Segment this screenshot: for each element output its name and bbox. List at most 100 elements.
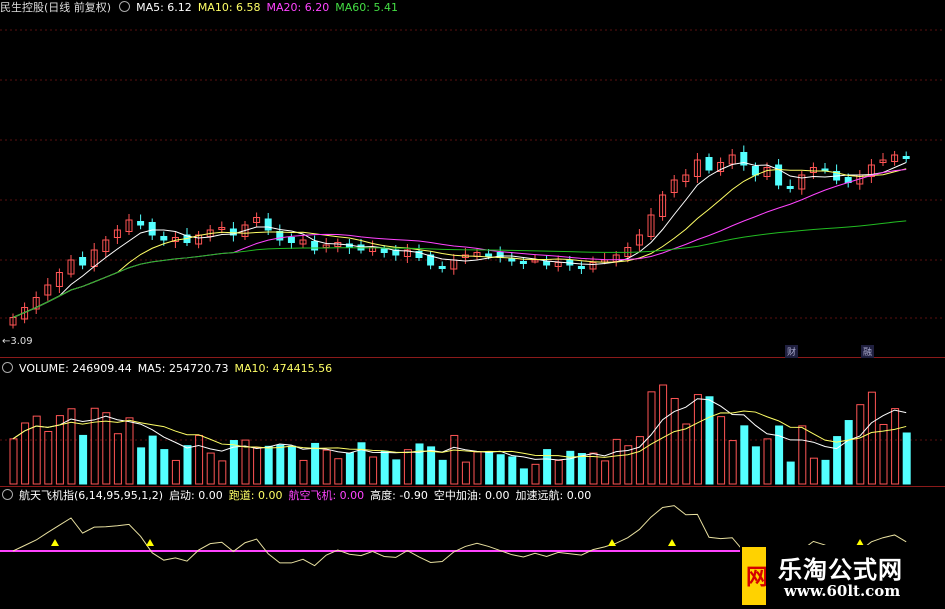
volume-average-lines bbox=[12, 398, 907, 461]
signal-marker bbox=[668, 539, 676, 546]
watermark-logo: 网 bbox=[742, 547, 766, 605]
accel-value: 加速远航: 0.00 bbox=[515, 489, 592, 502]
signal-marker bbox=[51, 539, 59, 546]
volume-bar bbox=[867, 391, 876, 485]
volume-bar bbox=[566, 450, 575, 485]
volume-bar bbox=[717, 416, 726, 485]
settings-circle-icon[interactable] bbox=[2, 362, 13, 373]
volume-bar bbox=[833, 436, 842, 485]
volume-bar bbox=[902, 432, 911, 485]
volume-bar bbox=[392, 459, 401, 485]
candle-body bbox=[902, 156, 910, 159]
volume-bar bbox=[844, 420, 853, 485]
stock-chart[interactable] bbox=[0, 0, 945, 609]
volume-bar bbox=[369, 456, 378, 485]
candle-body bbox=[577, 266, 585, 269]
volume-bar bbox=[705, 396, 714, 485]
ma20-line bbox=[12, 169, 907, 318]
refuel-value: 空中加油: 0.00 bbox=[433, 489, 510, 502]
indicator-legend: 航天飞机指(6,14,95,95,1,2) 启动: 0.00 跑道: 0.00 航空飞… bbox=[0, 488, 597, 504]
aircraft-value: 航空飞机: 0.00 bbox=[288, 489, 365, 502]
volume-bar bbox=[856, 404, 865, 485]
volume-bar bbox=[345, 452, 354, 485]
volume-bar bbox=[334, 458, 343, 485]
volume-bars bbox=[9, 384, 911, 485]
moving-average-lines bbox=[12, 161, 907, 318]
candle-body bbox=[160, 236, 168, 241]
volume-bar bbox=[299, 459, 308, 485]
volume-bar bbox=[589, 452, 598, 485]
volume-bar bbox=[821, 459, 830, 485]
candlesticks bbox=[9, 145, 910, 329]
volume-bar bbox=[461, 461, 470, 485]
volume-bar bbox=[287, 445, 296, 485]
volume-bar bbox=[496, 454, 505, 485]
volume-bar bbox=[44, 430, 53, 485]
volume-bar bbox=[322, 449, 331, 485]
volume-bar bbox=[427, 446, 436, 485]
candle-body bbox=[311, 241, 319, 251]
volume-bar bbox=[264, 445, 273, 485]
volume-bar bbox=[253, 447, 262, 485]
volume-bar bbox=[809, 457, 818, 485]
volume-bar bbox=[763, 438, 772, 485]
ma60-value: MA60: 5.41 bbox=[335, 1, 398, 14]
volume-bar bbox=[601, 460, 610, 485]
volume-bar bbox=[473, 451, 482, 485]
volume-bar bbox=[740, 425, 749, 485]
volume-bar bbox=[195, 434, 204, 485]
volume-bar bbox=[125, 417, 134, 485]
volume-bar bbox=[786, 461, 795, 485]
ma10-value: MA10: 6.58 bbox=[197, 1, 261, 14]
volume-value: VOLUME: 246909.44 bbox=[19, 362, 132, 375]
volume-bar bbox=[879, 423, 888, 485]
ma10-line bbox=[12, 168, 907, 318]
candle-body bbox=[508, 258, 516, 262]
volume-bar bbox=[206, 452, 215, 485]
volume-bar bbox=[148, 435, 157, 485]
volume-ma5-value: MA5: 254720.73 bbox=[137, 362, 229, 375]
volume-bar bbox=[775, 425, 784, 485]
watermark-url: www.60lt.com bbox=[784, 582, 901, 600]
panel-separator-volume bbox=[0, 486, 945, 487]
volume-bar bbox=[728, 440, 737, 485]
volume-bar bbox=[113, 433, 122, 485]
volume-bar bbox=[171, 459, 180, 485]
volume-legend: VOLUME: 246909.44 MA5: 254720.73 MA10: 474… bbox=[0, 361, 338, 377]
volume-bar bbox=[682, 423, 691, 485]
indicator-name: 航天飞机指(6,14,95,95,1,2) bbox=[19, 489, 164, 502]
price-grid bbox=[0, 29, 945, 441]
volume-bar bbox=[183, 445, 192, 485]
price-legend: 民生控股(日线 前复权) MA5: 6.12 MA10: 6.58 MA20: 6.2… bbox=[0, 0, 404, 16]
volume-ma10-value: MA10: 474415.56 bbox=[234, 362, 333, 375]
volume-bar bbox=[693, 394, 702, 485]
volume-bar bbox=[554, 459, 563, 485]
candle-body bbox=[79, 257, 87, 266]
volume-bar bbox=[508, 456, 517, 485]
candle-body bbox=[148, 222, 156, 236]
volume-bar bbox=[798, 425, 807, 485]
volume-bar bbox=[647, 391, 656, 485]
volume-bar bbox=[659, 384, 668, 485]
candle-body bbox=[786, 186, 794, 189]
margin-marker[interactable]: 融 bbox=[861, 345, 875, 358]
candle-body bbox=[264, 218, 272, 231]
settings-circle-icon[interactable] bbox=[119, 1, 131, 12]
low-price-label: ←3.09 bbox=[2, 336, 33, 347]
candle-body bbox=[485, 253, 493, 257]
volume-bar bbox=[612, 438, 621, 485]
signal-marker bbox=[146, 539, 154, 546]
finance-marker[interactable]: 财 bbox=[785, 345, 799, 358]
candle-body bbox=[380, 248, 388, 253]
settings-circle-icon[interactable] bbox=[2, 489, 13, 500]
volume-bar bbox=[519, 468, 528, 485]
start-value: 启动: 0.00 bbox=[169, 489, 223, 502]
candle-body bbox=[438, 266, 446, 269]
volume-bar bbox=[276, 444, 285, 485]
ma5-value: MA5: 6.12 bbox=[136, 1, 192, 14]
candle-body bbox=[705, 157, 713, 171]
altitude-value: 高度: -0.90 bbox=[370, 489, 428, 502]
volume-bar bbox=[751, 446, 760, 485]
volume-bar bbox=[624, 445, 633, 485]
candle-body bbox=[137, 221, 145, 226]
